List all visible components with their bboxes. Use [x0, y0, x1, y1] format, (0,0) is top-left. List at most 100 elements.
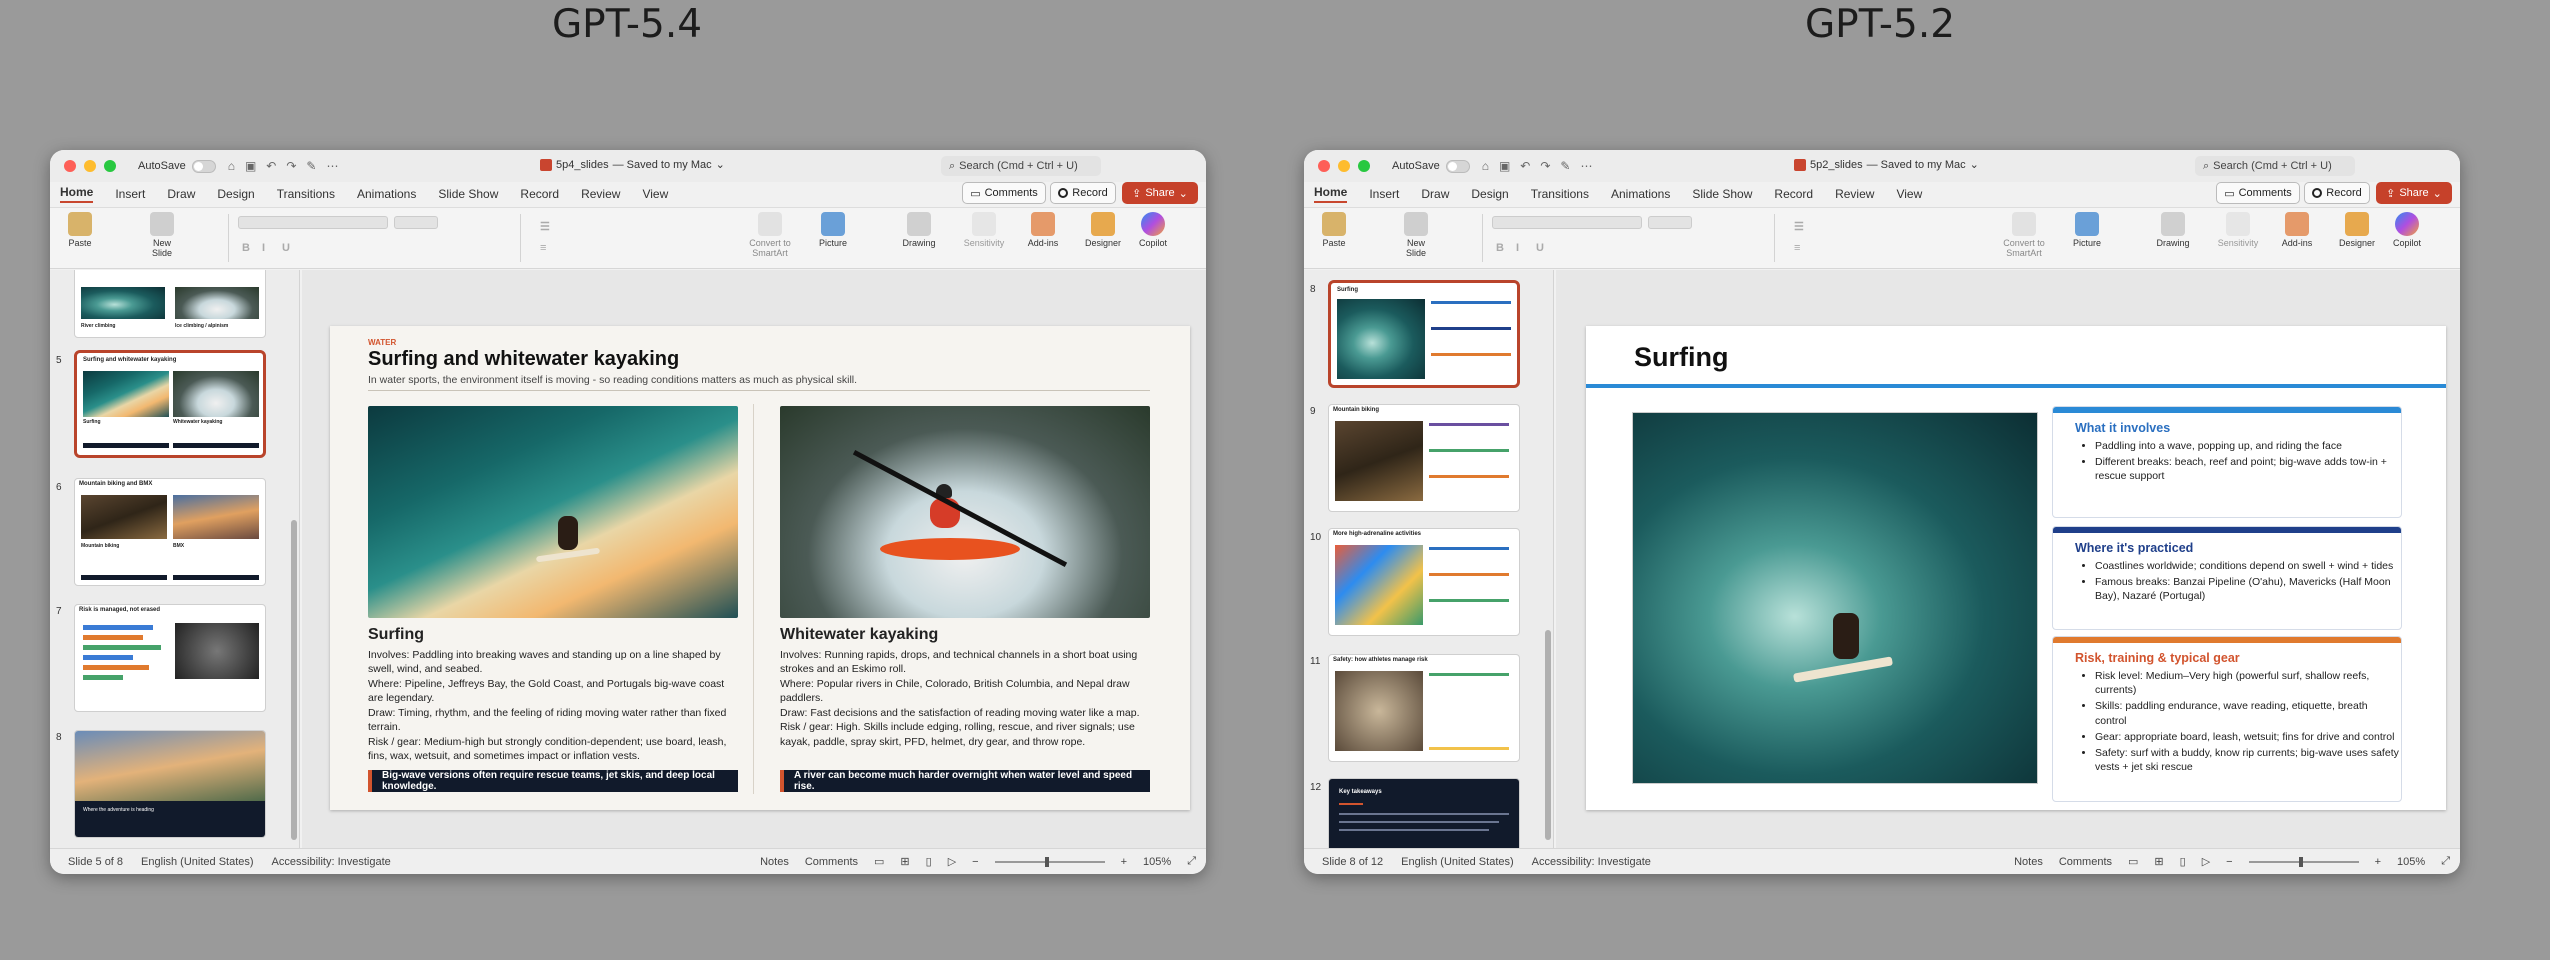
add-ins-button[interactable]: Add-ins — [1020, 212, 1066, 248]
slide-thumbnail[interactable]: Key takeaways — [1328, 778, 1520, 848]
save-icon[interactable]: ▣ — [245, 159, 256, 173]
fit-to-window-icon[interactable]: ⤢ — [2441, 855, 2450, 868]
comments-status-button[interactable]: Comments — [2059, 856, 2112, 868]
new-slide-button[interactable]: New Slide — [142, 212, 182, 258]
convert-smartart-button[interactable]: Convert to SmartArt — [740, 212, 800, 258]
slide-thumbnail[interactable]: Safety: how athletes manage risk — [1328, 654, 1520, 762]
minimize-button[interactable] — [1338, 160, 1350, 172]
record-button[interactable]: Record — [2304, 182, 2370, 204]
drawing-button[interactable]: Drawing — [896, 212, 942, 248]
record-button[interactable]: Record — [1050, 182, 1116, 204]
font-name-select[interactable] — [1492, 216, 1642, 229]
format-painter-icon[interactable]: ✎ — [306, 159, 316, 173]
tab-animations[interactable]: Animations — [357, 187, 416, 201]
tab-design[interactable]: Design — [1471, 187, 1508, 201]
underline-icon[interactable]: U — [1536, 242, 1556, 254]
tab-insert[interactable]: Insert — [1369, 187, 1399, 201]
slide-thumbnail[interactable]: Risk is managed, not erased — [74, 604, 266, 712]
slide-thumbnail[interactable]: Where the adventure is heading — [74, 730, 266, 838]
tab-view[interactable]: View — [1896, 187, 1922, 201]
thumbnail-scrollbar[interactable] — [291, 520, 297, 840]
close-button[interactable] — [1318, 160, 1330, 172]
bullets-icon[interactable]: ☰ — [1794, 220, 1814, 233]
bold-icon[interactable]: B — [1496, 242, 1516, 254]
language-indicator[interactable]: English (United States) — [141, 856, 254, 868]
notes-button[interactable]: Notes — [2014, 856, 2043, 868]
bullets-icon[interactable]: ☰ — [540, 220, 560, 233]
zoom-out-icon[interactable]: − — [972, 856, 978, 868]
tab-draw[interactable]: Draw — [1421, 187, 1449, 201]
drawing-button[interactable]: Drawing — [2150, 212, 2196, 248]
zoom-slider[interactable] — [994, 856, 1105, 867]
reading-view-icon[interactable]: ▯ — [926, 855, 932, 868]
tab-slide-show[interactable]: Slide Show — [1692, 187, 1752, 201]
copilot-button[interactable]: Copilot — [2384, 212, 2430, 248]
add-ins-button[interactable]: Add-ins — [2274, 212, 2320, 248]
tab-insert[interactable]: Insert — [115, 187, 145, 201]
search-box[interactable]: ⌕ Search (Cmd + Ctrl + U) — [941, 156, 1101, 176]
share-button[interactable]: ⇪ Share ⌄ — [2376, 182, 2452, 204]
tab-transitions[interactable]: Transitions — [277, 187, 335, 201]
close-button[interactable] — [64, 160, 76, 172]
italic-icon[interactable]: I — [262, 242, 282, 254]
tab-home[interactable]: Home — [1314, 185, 1348, 203]
tab-record[interactable]: Record — [1774, 187, 1813, 201]
redo-icon[interactable]: ↷ — [1540, 159, 1550, 173]
fit-to-window-icon[interactable]: ⤢ — [1187, 855, 1196, 868]
more-icon[interactable]: ⋯ — [326, 159, 338, 173]
normal-view-icon[interactable]: ▭ — [2128, 855, 2138, 868]
slide-thumbnail[interactable]: River climbing Ice climbing / alpinism — [74, 270, 266, 338]
thumbnail-scrollbar[interactable] — [1545, 630, 1551, 840]
notes-button[interactable]: Notes — [760, 856, 789, 868]
zoom-in-icon[interactable]: + — [1121, 856, 1127, 868]
comments-button[interactable]: ▭ Comments — [2216, 182, 2300, 204]
search-box[interactable]: ⌕ Search (Cmd + Ctrl + U) — [2195, 156, 2355, 176]
copilot-button[interactable]: Copilot — [1130, 212, 1176, 248]
slide-thumbnail[interactable]: Mountain biking — [1328, 404, 1520, 512]
undo-icon[interactable]: ↶ — [266, 159, 276, 173]
slide-thumbnail[interactable]: Mountain biking and BMX Mountain biking … — [74, 478, 266, 586]
designer-button[interactable]: Designer — [1080, 212, 1126, 248]
zoom-slider[interactable] — [2248, 856, 2359, 867]
zoom-in-icon[interactable]: + — [2375, 856, 2381, 868]
slide-sorter-icon[interactable]: ⊞ — [2154, 855, 2163, 868]
slide-sorter-icon[interactable]: ⊞ — [900, 855, 909, 868]
reading-view-icon[interactable]: ▯ — [2180, 855, 2186, 868]
autosave-toggle[interactable] — [191, 159, 216, 173]
tab-slide-show[interactable]: Slide Show — [438, 187, 498, 201]
font-size-select[interactable] — [1648, 216, 1692, 229]
document-title[interactable]: 5p4_slides — Saved to my Mac ⌄ — [540, 158, 725, 171]
accessibility-status[interactable]: Accessibility: Investigate — [1532, 856, 1651, 868]
slideshow-icon[interactable]: ▷ — [948, 855, 956, 868]
minimize-button[interactable] — [84, 160, 96, 172]
autosave-control[interactable]: AutoSave — [138, 159, 216, 173]
italic-icon[interactable]: I — [1516, 242, 1536, 254]
picture-button[interactable]: Picture — [2064, 212, 2110, 248]
normal-view-icon[interactable]: ▭ — [874, 855, 884, 868]
tab-draw[interactable]: Draw — [167, 187, 195, 201]
picture-button[interactable]: Picture — [810, 212, 856, 248]
paste-button[interactable]: Paste — [60, 212, 100, 248]
zoom-button[interactable] — [1358, 160, 1370, 172]
zoom-button[interactable] — [104, 160, 116, 172]
autosave-toggle[interactable] — [1445, 159, 1470, 173]
zoom-level[interactable]: 105% — [1143, 856, 1171, 868]
slide-thumbnail[interactable]: More high-adrenaline activities — [1328, 528, 1520, 636]
save-icon[interactable]: ▣ — [1499, 159, 1510, 173]
slide-thumbnail-selected[interactable]: Surfing — [1328, 280, 1520, 388]
document-title[interactable]: 5p2_slides — Saved to my Mac ⌄ — [1794, 158, 1979, 171]
tab-view[interactable]: View — [642, 187, 668, 201]
more-icon[interactable]: ⋯ — [1580, 159, 1592, 173]
tab-review[interactable]: Review — [1835, 187, 1874, 201]
sensitivity-button[interactable]: Sensitivity — [2210, 212, 2266, 248]
new-slide-button[interactable]: New Slide — [1396, 212, 1436, 258]
home-icon[interactable]: ⌂ — [228, 159, 235, 173]
font-size-select[interactable] — [394, 216, 438, 229]
tab-transitions[interactable]: Transitions — [1531, 187, 1589, 201]
zoom-level[interactable]: 105% — [2397, 856, 2425, 868]
align-left-icon[interactable]: ≡ — [1794, 242, 1814, 254]
tab-record[interactable]: Record — [520, 187, 559, 201]
home-icon[interactable]: ⌂ — [1482, 159, 1489, 173]
bold-icon[interactable]: B — [242, 242, 262, 254]
zoom-out-icon[interactable]: − — [2226, 856, 2232, 868]
